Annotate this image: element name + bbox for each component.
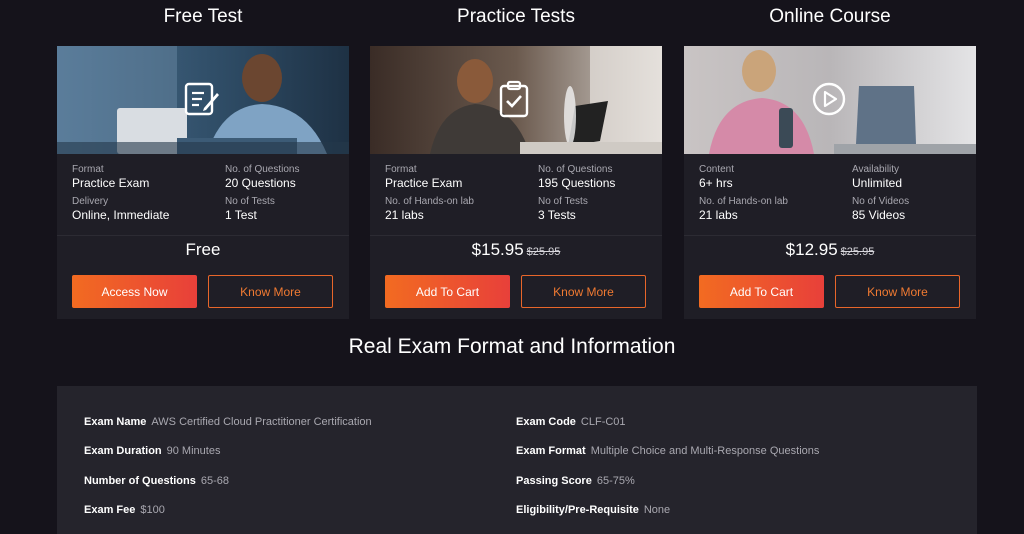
price-row: $12.95 $25.95 <box>684 240 976 264</box>
price-row: $15.95 $25.95 <box>370 240 662 264</box>
clipboard-check-icon <box>499 80 529 118</box>
exam-duration-row: Exam Duration 90 Minutes <box>84 445 221 457</box>
know-more-button[interactable]: Know More <box>208 275 333 308</box>
info-delivery: Delivery Online, Immediate <box>72 196 170 222</box>
exam-code-row: Exam Code CLF-C01 <box>516 416 626 428</box>
price: $15.95 <box>471 240 524 259</box>
info-questions: No. of Questions 195 Questions <box>538 164 616 190</box>
know-more-button[interactable]: Know More <box>835 275 960 308</box>
divider <box>57 235 349 236</box>
divider <box>370 235 662 236</box>
info-content: Content 6+ hrs <box>699 164 735 190</box>
number-of-questions-row: Number of Questions 65-68 <box>84 475 229 487</box>
old-price: $25.95 <box>840 246 875 258</box>
exam-fee-row: Exam Fee $100 <box>84 504 165 516</box>
divider <box>684 235 976 236</box>
practice-tests-card: Format Practice Exam No. of Questions 19… <box>370 46 662 319</box>
info-format: Format Practice Exam <box>72 164 150 190</box>
exam-format-row: Exam Format Multiple Choice and Multi-Res… <box>516 445 820 457</box>
info-availability: Availability Unlimited <box>852 164 903 190</box>
free-test-card: Format Practice Exam No. of Questions 20… <box>57 46 349 319</box>
column-title-free-test: Free Test <box>163 6 243 27</box>
info-labs: No. of Hands-on lab 21 labs <box>699 196 788 222</box>
edit-icon <box>184 82 219 116</box>
info-tests: No of Tests 3 Tests <box>538 196 588 222</box>
access-now-button[interactable]: Access Now <box>72 275 197 308</box>
price: Free <box>185 240 221 259</box>
info-format: Format Practice Exam <box>385 164 463 190</box>
online-course-card: Content 6+ hrs Availability Unlimited No… <box>684 46 976 319</box>
info-questions: No. of Questions 20 Questions <box>225 164 300 190</box>
eligibility-row: Eligibility/Pre-Requisite None <box>516 504 671 516</box>
free-test-image <box>57 46 349 154</box>
passing-score-row: Passing Score 65-75% <box>516 475 635 487</box>
price: $12.95 <box>785 240 838 259</box>
practice-tests-image <box>370 46 662 154</box>
column-title-online-course: Online Course <box>769 6 891 27</box>
old-price: $25.95 <box>526 246 561 258</box>
exam-name-row: Exam Name AWS Certified Cloud Practitione… <box>84 416 372 428</box>
info-tests: No of Tests 1 Test <box>225 196 275 222</box>
column-title-practice-tests: Practice Tests <box>457 6 575 27</box>
exam-section-title: Real Exam Format and Information <box>348 335 676 358</box>
add-to-cart-button[interactable]: Add To Cart <box>385 275 510 308</box>
online-course-image <box>684 46 976 154</box>
price-row: Free <box>57 240 349 264</box>
info-videos: No of Videos 85 Videos <box>852 196 910 222</box>
play-circle-icon <box>812 82 846 116</box>
exam-info-panel: Exam Name AWS Certified Cloud Practitione… <box>57 386 977 534</box>
info-labs: No. of Hands-on lab 21 labs <box>385 196 474 222</box>
add-to-cart-button[interactable]: Add To Cart <box>699 275 824 308</box>
know-more-button[interactable]: Know More <box>521 275 646 308</box>
